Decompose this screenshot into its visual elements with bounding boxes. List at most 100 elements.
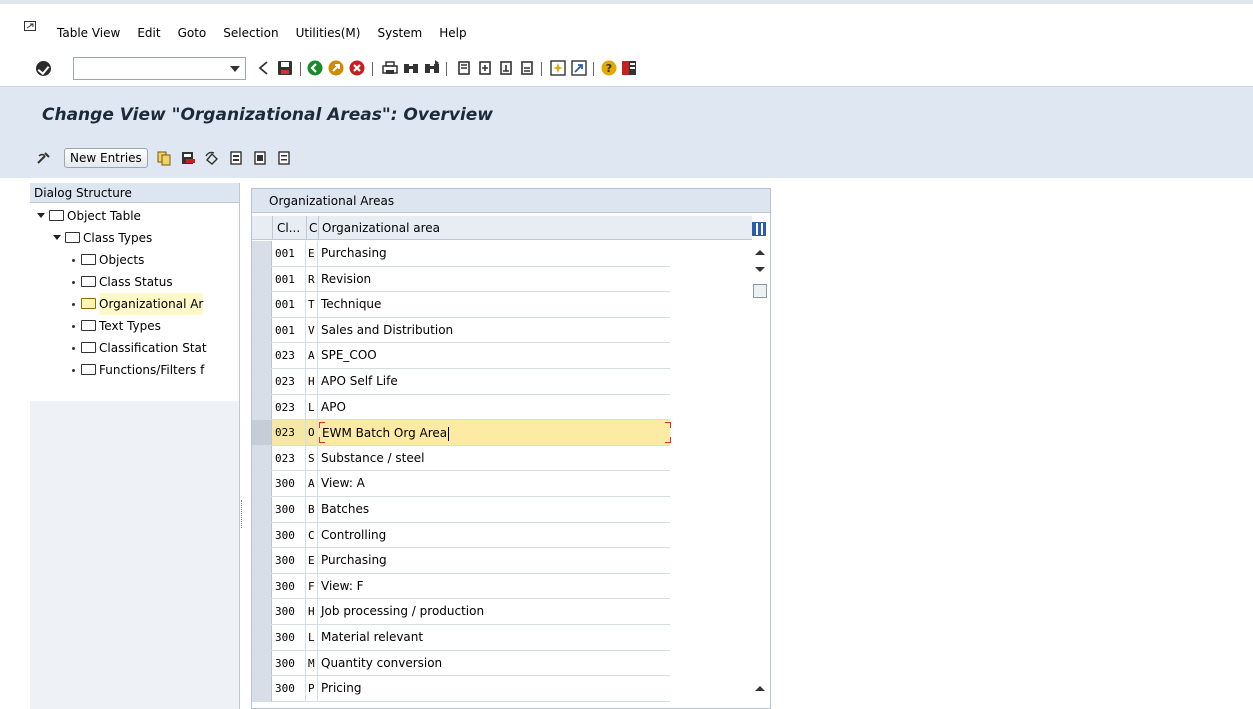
select-all-icon[interactable] <box>228 150 244 166</box>
tree-node[interactable]: Organizational Ar <box>30 293 239 315</box>
table-row[interactable]: 300 E Purchasing <box>252 548 670 574</box>
cell-organizational-area[interactable]: Technique <box>318 292 670 317</box>
row-selector[interactable] <box>252 599 272 624</box>
tree-node-label[interactable]: Class Types <box>83 227 152 249</box>
select-block-icon[interactable] <box>252 150 268 166</box>
column-header-class-type[interactable]: Cl... <box>272 216 306 239</box>
table-row[interactable]: 001 V Sales and Distribution <box>252 317 670 344</box>
undo-change-icon[interactable] <box>204 150 220 166</box>
cell-organizational-area[interactable]: Purchasing <box>318 241 670 266</box>
cell-organizational-area[interactable]: APO Self Life <box>318 369 670 394</box>
row-selector[interactable] <box>252 394 272 420</box>
row-selector[interactable] <box>252 650 272 676</box>
menu-item-system[interactable]: System <box>377 26 422 40</box>
tree-node-label[interactable]: Class Status <box>99 271 173 293</box>
tree-node[interactable]: Objects <box>30 249 239 271</box>
cell-organizational-area[interactable]: Job processing / production <box>318 599 670 624</box>
cell-organizational-area[interactable]: Controlling <box>318 523 670 548</box>
copy-icon[interactable] <box>156 150 172 166</box>
cell-organizational-area[interactable]: View: F <box>318 574 670 599</box>
tree-node[interactable]: Class Types <box>30 227 239 249</box>
menu-item-edit[interactable]: Edit <box>137 26 160 40</box>
command-field[interactable] <box>73 57 246 80</box>
display-change-icon[interactable] <box>36 150 52 166</box>
tree-node-label[interactable]: Text Types <box>99 315 161 337</box>
row-selector[interactable] <box>252 420 272 445</box>
tree-node-label[interactable]: Organizational Ar <box>99 293 204 315</box>
scroll-page-up-icon[interactable] <box>755 686 765 691</box>
row-selector[interactable] <box>252 471 272 496</box>
cell-organizational-area[interactable]: View: A <box>318 471 670 496</box>
row-selector[interactable] <box>252 522 272 548</box>
table-row[interactable]: 001 R Revision <box>252 266 670 293</box>
row-selector[interactable] <box>252 292 272 317</box>
first-page-icon[interactable] <box>455 59 473 77</box>
tree-node-label[interactable]: Functions/Filters f <box>99 359 204 381</box>
vertical-scrollbar[interactable] <box>752 246 768 298</box>
tree-node[interactable]: Object Table <box>30 205 239 227</box>
table-row[interactable]: 300 C Controlling <box>252 522 670 549</box>
layout-icon[interactable] <box>620 59 638 77</box>
find-next-icon[interactable] <box>423 59 441 77</box>
cell-organizational-area[interactable]: APO <box>318 395 670 420</box>
tree-node[interactable]: Functions/Filters f <box>30 359 239 381</box>
tree-node[interactable]: Classification Stat <box>30 337 239 359</box>
shortcut-icon[interactable] <box>570 59 588 77</box>
menu-item-help[interactable]: Help <box>439 26 466 40</box>
menu-item-table-view[interactable]: Table View <box>57 26 120 40</box>
row-selector[interactable] <box>252 676 272 701</box>
back-nav-icon[interactable] <box>306 59 324 77</box>
table-row[interactable]: 300 F View: F <box>252 573 670 600</box>
table-row[interactable]: 023 H APO Self Life <box>252 368 670 395</box>
table-row[interactable]: 300 P Pricing <box>252 676 670 702</box>
menu-item-utilities-m[interactable]: Utilities(M) <box>296 26 361 40</box>
table-row[interactable]: 023 A SPE_COO <box>252 343 670 369</box>
column-header-code[interactable]: C <box>306 216 318 239</box>
table-settings-icon[interactable] <box>752 222 766 236</box>
table-row[interactable]: 001 E Purchasing <box>252 241 670 267</box>
cell-organizational-area[interactable]: Pricing <box>318 676 670 701</box>
last-page-icon[interactable] <box>518 59 536 77</box>
table-row[interactable]: 300 A View: A <box>252 471 670 497</box>
deselect-all-icon[interactable] <box>276 150 292 166</box>
row-selector[interactable] <box>252 548 272 573</box>
tree-node[interactable]: Class Status <box>30 271 239 293</box>
exit-icon[interactable] <box>327 59 345 77</box>
row-selector[interactable] <box>252 317 272 343</box>
tree-node[interactable]: Text Types <box>30 315 239 337</box>
row-selector[interactable] <box>252 624 272 650</box>
tree-node-label[interactable]: Objects <box>99 249 144 271</box>
save-icon[interactable] <box>276 59 294 77</box>
select-all-cell[interactable] <box>252 216 272 239</box>
table-row[interactable]: 300 L Material relevant <box>252 624 670 651</box>
row-selector[interactable] <box>252 343 272 368</box>
expand-toggle-icon[interactable] <box>53 235 61 240</box>
chevron-down-icon[interactable] <box>230 66 240 72</box>
prev-page-icon[interactable] <box>476 59 494 77</box>
row-selector[interactable] <box>252 368 272 394</box>
row-selector[interactable] <box>252 241 272 266</box>
tree-node-label[interactable]: Object Table <box>67 205 141 227</box>
next-page-icon[interactable] <box>497 59 515 77</box>
menu-icon[interactable] <box>24 21 38 33</box>
row-selector[interactable] <box>252 445 272 471</box>
cell-organizational-area[interactable]: Material relevant <box>318 625 670 650</box>
cell-organizational-area[interactable]: Revision <box>318 267 670 292</box>
delete-icon[interactable] <box>180 150 196 166</box>
cell-organizational-area[interactable]: SPE_COO <box>318 343 670 368</box>
print-icon[interactable] <box>381 59 399 77</box>
cell-organizational-area[interactable]: Substance / steel <box>318 446 670 471</box>
back-icon[interactable] <box>255 59 273 77</box>
table-row[interactable]: 300 H Job processing / production <box>252 599 670 625</box>
row-selector[interactable] <box>252 496 272 522</box>
table-row[interactable]: 001 T Technique <box>252 292 670 318</box>
new-entries-button[interactable]: New Entries <box>64 148 148 168</box>
expand-toggle-icon[interactable] <box>37 213 45 218</box>
row-selector[interactable] <box>252 266 272 292</box>
cell-organizational-area[interactable]: Quantity conversion <box>318 651 670 676</box>
find-icon[interactable] <box>402 59 420 77</box>
cancel-icon[interactable] <box>348 59 366 77</box>
scroll-down-icon[interactable] <box>755 267 765 272</box>
table-row[interactable]: 023 S Substance / steel <box>252 445 670 472</box>
command-input[interactable] <box>74 58 224 79</box>
